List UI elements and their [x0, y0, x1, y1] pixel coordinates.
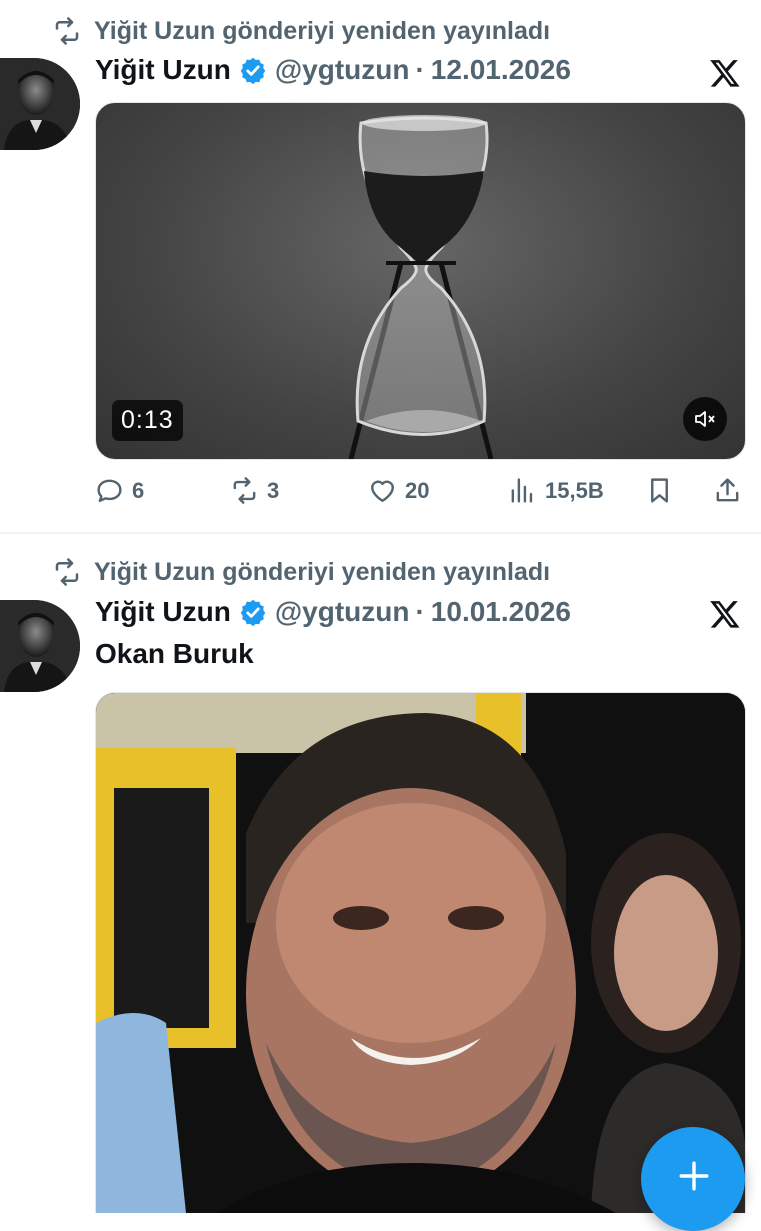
repost-button[interactable]: 3: [230, 476, 279, 505]
reply-icon: [97, 479, 122, 502]
retweet-label: Yiğit Uzun gönderiyi yeniden yayınladı: [94, 16, 551, 45]
author-name[interactable]: Yiğit Uzun: [95, 54, 231, 86]
retweet-context: Yiğit Uzun gönderiyi yeniden yayınladı: [52, 557, 550, 587]
verified-badge-icon: [240, 599, 266, 626]
muted-speaker-icon: [695, 411, 715, 427]
reply-count: 6: [132, 477, 145, 503]
plus-icon: [679, 1161, 709, 1191]
retweet-label: Yiğit Uzun gönderiyi yeniden yayınladı: [94, 557, 551, 586]
tweet-photo[interactable]: [95, 692, 746, 1213]
avatar[interactable]: [0, 58, 80, 150]
avatar[interactable]: [0, 600, 80, 692]
separator: ·: [415, 54, 425, 85]
tweet-1[interactable]: Yiğit Uzun gönderiyi yeniden yayınladı Y…: [0, 0, 761, 533]
mute-button[interactable]: [683, 397, 727, 441]
tweet-2[interactable]: Yiğit Uzun gönderiyi yeniden yayınladı Y…: [0, 534, 761, 1213]
view-count: 15,5B: [545, 477, 604, 503]
x-logo-icon: [710, 60, 740, 87]
compose-button[interactable]: [641, 1127, 745, 1231]
retweet-context: Yiğit Uzun gönderiyi yeniden yayınladı: [52, 16, 550, 46]
separator: ·: [415, 596, 425, 627]
share-button[interactable]: [713, 476, 742, 505]
x-logo-icon: [710, 601, 740, 628]
share-icon: [716, 478, 739, 502]
hourglass-image: [348, 115, 494, 459]
author-handle[interactable]: @ygtuzun: [275, 596, 410, 628]
views-button[interactable]: 15,5B: [508, 476, 604, 505]
bookmark-icon: [651, 478, 668, 503]
tweet-date[interactable]: 12.01.2026: [431, 54, 571, 86]
tweet-header: Yiğit Uzun @ygtuzun · 10.01.2026: [95, 596, 571, 628]
verified-badge-icon: [240, 57, 266, 84]
tweet-text: Okan Buruk: [95, 638, 254, 669]
views-icon: [511, 478, 533, 503]
author-handle[interactable]: @ygtuzun: [275, 54, 410, 86]
tweet-date[interactable]: 10.01.2026: [431, 596, 571, 628]
like-count: 20: [405, 477, 430, 503]
repost-count: 3: [267, 477, 280, 503]
like-button[interactable]: 20: [368, 476, 429, 505]
reply-button[interactable]: 6: [95, 476, 144, 505]
retweet-icon: [55, 558, 79, 586]
tweet-header: Yiğit Uzun @ygtuzun · 12.01.2026: [95, 54, 571, 86]
heart-icon: [371, 480, 394, 502]
tweet-actions: 6 3 20 15,5B: [95, 476, 745, 510]
author-name[interactable]: Yiğit Uzun: [95, 596, 231, 628]
bookmark-button[interactable]: [645, 476, 674, 505]
tweet-video[interactable]: 0:13: [95, 102, 746, 460]
retweet-icon: [55, 17, 79, 45]
retweet-icon: [233, 477, 256, 504]
video-duration: 0:13: [112, 400, 183, 441]
photo-image: [96, 693, 745, 1213]
